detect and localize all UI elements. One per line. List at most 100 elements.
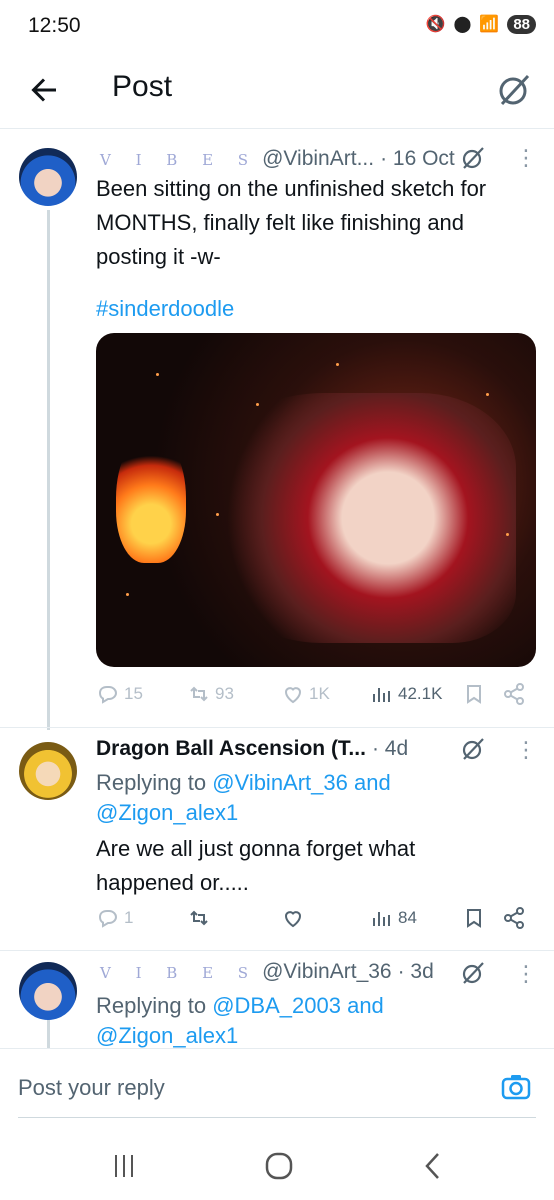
replying-prefix: Replying to xyxy=(96,993,207,1018)
input-underline xyxy=(18,1117,536,1118)
post-image[interactable] xyxy=(96,333,536,667)
post-text-line: MONTHS, finally felt like finishing and xyxy=(96,210,465,235)
reply-author-row: Dragon Ball Ascension (T... · 4d xyxy=(96,737,408,761)
views-count: 84 xyxy=(398,908,417,927)
replying-to: Replying to @VibinArt_36 and @Zigon_alex… xyxy=(96,768,391,828)
replying-prefix: Replying to xyxy=(96,770,207,795)
ember-dot xyxy=(336,363,339,366)
ember-dot xyxy=(216,513,219,516)
views-button[interactable]: 84 xyxy=(370,906,417,930)
author-handle[interactable]: @VibinArt_36 xyxy=(262,960,392,984)
reply-author-row: V I B E S @VibinArt_36 · 3d xyxy=(100,960,434,984)
avatar[interactable] xyxy=(19,962,77,1020)
grok-button[interactable] xyxy=(494,70,534,110)
author-handle[interactable]: @VibinArt... xyxy=(262,147,374,171)
system-nav-bar xyxy=(0,1130,554,1200)
arrow-left-icon xyxy=(31,78,56,102)
camera-button[interactable] xyxy=(500,1071,532,1103)
ember-dot xyxy=(156,373,159,376)
reply-button[interactable]: 1 xyxy=(96,906,133,930)
more-icon[interactable]: ⋮ xyxy=(515,961,537,987)
post-time[interactable]: · 16 Oct xyxy=(380,147,455,171)
reply-count: 15 xyxy=(124,684,143,703)
hashtag-link[interactable]: #sinderdoodle xyxy=(96,296,234,322)
avatar[interactable] xyxy=(19,148,77,206)
back-button[interactable] xyxy=(26,72,62,108)
repost-button[interactable] xyxy=(187,906,211,930)
repost-button[interactable]: 93 xyxy=(187,682,234,706)
views-button[interactable]: 42.1K xyxy=(370,682,442,706)
reply-composer: Post your reply xyxy=(0,1048,554,1131)
bookmark-icon xyxy=(467,685,481,704)
mention-link[interactable]: @VibinArt_36 xyxy=(212,770,348,795)
ember-dot xyxy=(256,403,259,406)
reply-time[interactable]: · 4d xyxy=(372,737,408,761)
wifi-icon: 📶 xyxy=(479,16,500,33)
mention-link[interactable]: @DBA_2003 xyxy=(212,993,341,1018)
page-title: Post xyxy=(112,70,173,103)
divider xyxy=(0,950,554,951)
mention-link[interactable]: @Zigon_alex1 xyxy=(96,1023,238,1048)
bookmark-button[interactable] xyxy=(462,906,486,930)
post-text-line: posting it -w- xyxy=(96,244,221,269)
mention-and[interactable]: and xyxy=(354,770,391,795)
mention-and[interactable]: and xyxy=(347,993,384,1018)
share-button[interactable] xyxy=(502,682,526,706)
like-count: 1K xyxy=(309,684,330,703)
recent-apps-button[interactable] xyxy=(104,1148,144,1184)
grok-icon xyxy=(499,74,530,106)
like-icon xyxy=(284,687,302,704)
share-icon xyxy=(504,907,524,929)
views-icon xyxy=(373,912,390,926)
grok-icon[interactable] xyxy=(460,960,486,986)
location-icon: ⬤ xyxy=(453,16,472,33)
repost-icon xyxy=(190,686,208,702)
bookmark-icon xyxy=(467,909,481,928)
reply-input[interactable]: Post your reply xyxy=(18,1075,165,1101)
status-time: 12:50 xyxy=(28,14,81,37)
bookmark-button[interactable] xyxy=(462,682,486,706)
reply-text-line: Are we all just gonna forget what xyxy=(96,836,416,861)
ember-dot xyxy=(126,593,129,596)
post-text-line: Been sitting on the unfinished sketch fo… xyxy=(96,176,487,201)
character-art xyxy=(196,393,516,643)
reply-text: Are we all just gonna forget what happen… xyxy=(96,832,415,900)
author-name[interactable]: V I B E S xyxy=(100,964,258,982)
views-icon xyxy=(373,688,390,702)
like-button[interactable] xyxy=(281,906,305,930)
camera-icon xyxy=(501,1075,531,1100)
more-icon[interactable]: ⋮ xyxy=(515,737,537,763)
reply-time[interactable]: · 3d xyxy=(398,960,434,984)
home-icon xyxy=(265,1152,293,1180)
thread-line xyxy=(47,210,50,730)
divider xyxy=(0,727,554,728)
reply-text-line: happened or..... xyxy=(96,870,249,895)
grok-icon[interactable] xyxy=(460,736,486,762)
repost-icon xyxy=(190,910,208,926)
like-button[interactable]: 1K xyxy=(281,682,330,706)
top-bar: Post xyxy=(0,52,554,129)
grok-icon[interactable] xyxy=(460,145,486,171)
reply-count: 1 xyxy=(124,908,134,927)
mention-link[interactable]: @Zigon_alex1 xyxy=(96,800,238,825)
ember-dot xyxy=(486,393,489,396)
views-count: 42.1K xyxy=(398,684,443,703)
like-icon xyxy=(284,911,302,928)
share-icon xyxy=(504,683,524,705)
chevron-left-icon xyxy=(425,1153,439,1179)
author-name[interactable]: Dragon Ball Ascension (T... xyxy=(96,737,366,761)
reply-icon xyxy=(98,686,118,704)
more-icon[interactable]: ⋮ xyxy=(515,145,537,171)
home-button[interactable] xyxy=(258,1148,298,1184)
reply-button[interactable]: 15 xyxy=(96,682,143,706)
author-name[interactable]: V I B E S xyxy=(100,151,258,169)
status-bar: 12:50 🔇 ⬤ 📶 88 xyxy=(0,0,554,52)
post-author-row: V I B E S @VibinArt... · 16 Oct xyxy=(100,147,455,171)
flame-art xyxy=(116,433,186,563)
battery-indicator: 88 xyxy=(507,14,536,34)
share-button[interactable] xyxy=(502,906,526,930)
back-nav-button[interactable] xyxy=(414,1148,454,1184)
avatar[interactable] xyxy=(19,742,77,800)
ember-dot xyxy=(506,533,509,536)
status-icons: 🔇 ⬤ 📶 88 xyxy=(426,14,536,34)
